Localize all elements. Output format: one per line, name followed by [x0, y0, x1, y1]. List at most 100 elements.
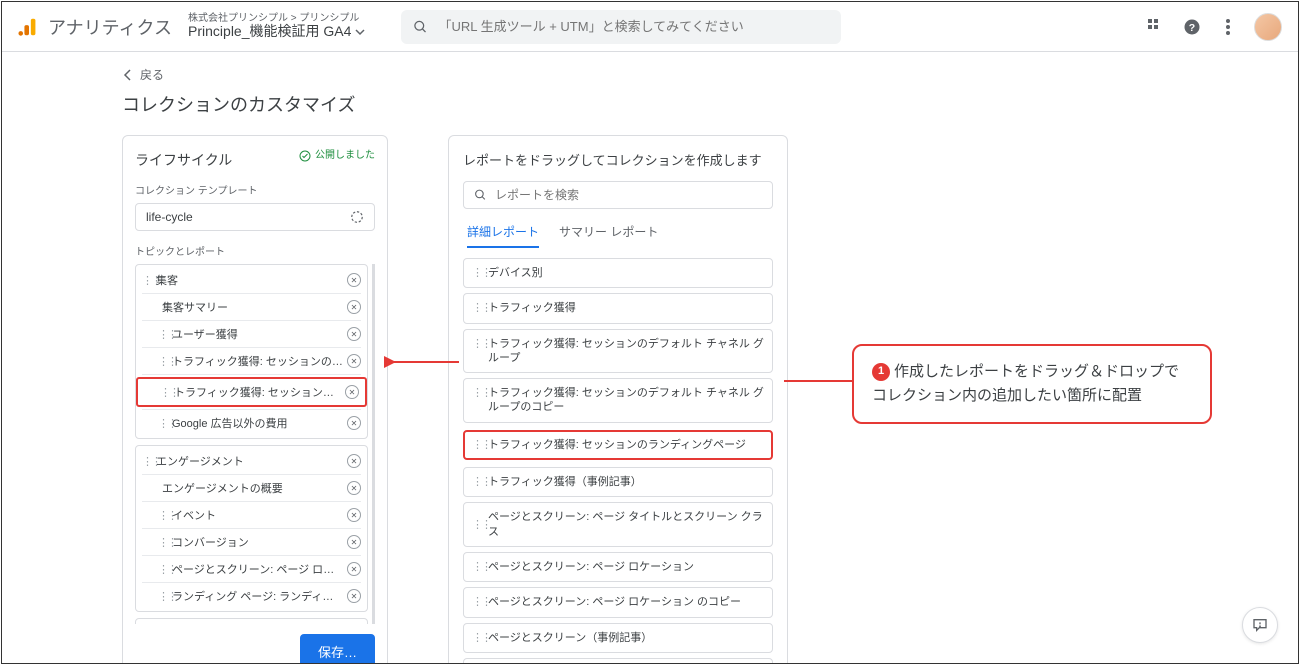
back-link[interactable]: 戻る — [122, 66, 1298, 83]
topic-item[interactable]: ⋮⋮トラフィック獲得: セッションのデ…✕ — [136, 348, 367, 374]
save-button[interactable]: 保存… — [300, 634, 375, 664]
collection-title: ライフサイクル — [135, 150, 232, 170]
drag-handle-icon[interactable]: ⋮⋮ — [472, 266, 482, 280]
topic-group: ⋮⋮集客✕集客サマリー✕⋮⋮ユーザー獲得✕⋮⋮トラフィック獲得: セッションのデ… — [135, 264, 368, 439]
property-name: Principle_機能検証用 GA4 — [188, 24, 351, 39]
drag-handle-icon[interactable]: ⋮⋮ — [472, 560, 482, 574]
report-tabs: 詳細レポート サマリー レポート — [463, 223, 773, 248]
arrow-left-icon — [122, 69, 134, 81]
drag-handle-icon[interactable]: ⋮⋮ — [142, 274, 152, 287]
published-badge: 公開しました — [299, 150, 375, 162]
remove-button[interactable]: ✕ — [347, 300, 361, 314]
topic-group: ⋮⋮エンゲージメント✕エンゲージメントの概要✕⋮⋮イベント✕⋮⋮コンバージョン✕… — [135, 445, 368, 612]
search-icon — [474, 188, 487, 202]
topic-item[interactable]: ⋮⋮ユーザー獲得✕ — [136, 321, 367, 347]
remove-button[interactable]: ✕ — [347, 327, 361, 341]
remove-button[interactable]: ✕ — [347, 481, 361, 495]
topic-group: ⋮⋮収益化✕ — [135, 618, 368, 624]
drag-handle-icon[interactable]: ⋮⋮ — [472, 475, 482, 489]
report-item[interactable]: ⋮⋮トラフィック獲得: セッションのランディングページ — [463, 430, 773, 460]
topic-head[interactable]: ⋮⋮集客✕ — [136, 267, 367, 293]
collection-panel: ライフサイクル 公開しました コレクション テンプレート life-cycle … — [122, 135, 388, 664]
report-item[interactable]: ⋮⋮ページとスクリーン: ページ ロケーション のコピー — [463, 587, 773, 617]
topic-item[interactable]: ⋮⋮トラフィック獲得: セッションのラ…✕ — [136, 377, 367, 407]
header-actions: ? — [1146, 13, 1282, 41]
topic-item[interactable]: エンゲージメントの概要✕ — [136, 475, 367, 501]
ga-logo-icon — [18, 16, 40, 38]
drag-handle-icon[interactable]: ⋮⋮ — [472, 595, 482, 609]
template-selector[interactable]: life-cycle — [135, 203, 375, 231]
callout-number: 1 — [872, 363, 890, 381]
remove-button[interactable]: ✕ — [347, 508, 361, 522]
topic-head[interactable]: ⋮⋮エンゲージメント✕ — [136, 448, 367, 474]
remove-button[interactable]: ✕ — [347, 273, 361, 287]
drag-handle-icon[interactable]: ⋮⋮ — [472, 518, 482, 532]
report-item[interactable]: ⋮⋮トラフィック獲得: セッションのデフォルト チャネル グループ — [463, 329, 773, 374]
app-title: アナリティクス — [48, 14, 172, 40]
property-selector[interactable]: 株式会社プリンシプル > プリンシプル Principle_機能検証用 GA4 — [188, 13, 365, 39]
drag-handle-icon[interactable]: ⋮⋮ — [472, 337, 482, 351]
loading-icon — [350, 210, 364, 224]
drag-handle-icon[interactable]: ⋮⋮ — [472, 386, 482, 400]
drag-handle-icon[interactable]: ⋮⋮ — [158, 509, 168, 522]
report-item[interactable]: ⋮⋮ページとスクリーン: ページ ロケーション — [463, 552, 773, 582]
reports-panel-title: レポートをドラッグしてコレクションを作成します — [463, 150, 773, 169]
drag-handle-icon[interactable]: ⋮⋮ — [158, 417, 168, 430]
drag-handle-icon[interactable]: ⋮⋮ — [160, 386, 170, 399]
remove-button[interactable]: ✕ — [347, 589, 361, 603]
check-circle-icon — [299, 150, 311, 162]
remove-button[interactable]: ✕ — [347, 354, 361, 368]
topic-item[interactable]: ⋮⋮ランディング ページ: ランディング…✕ — [136, 583, 367, 609]
topic-item[interactable]: ⋮⋮ページとスクリーン: ページ ロケー…✕ — [136, 556, 367, 582]
remove-button[interactable]: ✕ — [347, 562, 361, 576]
logo-group: アナリティクス — [18, 14, 172, 40]
template-label: コレクション テンプレート — [135, 182, 375, 197]
search-icon — [413, 19, 428, 35]
reports-search[interactable] — [463, 181, 773, 209]
drag-handle-icon[interactable]: ⋮⋮ — [158, 590, 168, 603]
more-icon[interactable] — [1218, 17, 1238, 37]
app-header: アナリティクス 株式会社プリンシプル > プリンシプル Principle_機能… — [2, 2, 1298, 52]
tab-detail-reports[interactable]: 詳細レポート — [467, 223, 539, 248]
search-input[interactable] — [438, 19, 829, 34]
topic-item[interactable]: ⋮⋮コンバージョン✕ — [136, 529, 367, 555]
drag-handle-icon[interactable]: ⋮⋮ — [158, 328, 168, 341]
drag-handle-icon[interactable]: ⋮⋮ — [142, 455, 152, 468]
feedback-button[interactable] — [1242, 607, 1278, 643]
topic-head[interactable]: ⋮⋮収益化✕ — [136, 621, 367, 624]
drag-handle-icon[interactable]: ⋮⋮ — [158, 536, 168, 549]
topic-item[interactable]: ⋮⋮イベント✕ — [136, 502, 367, 528]
remove-button[interactable]: ✕ — [347, 416, 361, 430]
tab-summary-reports[interactable]: サマリー レポート — [559, 223, 658, 248]
remove-button[interactable]: ✕ — [347, 454, 361, 468]
drag-handle-icon[interactable]: ⋮⋮ — [472, 301, 482, 315]
reports-panel: レポートをドラッグしてコレクションを作成します 詳細レポート サマリー レポート… — [448, 135, 788, 664]
remove-button[interactable]: ✕ — [345, 385, 359, 399]
report-list: ⋮⋮デバイス別 ⋮⋮トラフィック獲得 ⋮⋮トラフィック獲得: セッションのデフォルト… — [463, 258, 773, 664]
svg-text:?: ? — [1189, 21, 1195, 33]
report-item[interactable]: ⋮⋮トラフィック獲得: セッションのデフォルト チャネル グループのコピー — [463, 378, 773, 423]
avatar[interactable] — [1254, 13, 1282, 41]
report-item[interactable]: ⋮⋮ページとスクリーン（事例記事） — [463, 623, 773, 653]
topic-item[interactable]: ⋮⋮Google 広告以外の費用✕ — [136, 410, 367, 436]
report-item[interactable]: ⋮⋮ページとスクリーン: ページ タイトルとスクリーン クラス — [463, 502, 773, 547]
topics-list: ⋮⋮集客✕集客サマリー✕⋮⋮ユーザー獲得✕⋮⋮トラフィック獲得: セッションのデ… — [135, 264, 375, 624]
report-item[interactable]: ⋮⋮トラフィック獲得 — [463, 293, 773, 323]
topic-item[interactable]: 集客サマリー✕ — [136, 294, 367, 320]
drag-handle-icon[interactable]: ⋮⋮ — [472, 438, 482, 452]
feedback-icon — [1252, 617, 1268, 633]
report-item[interactable]: ⋮⋮デバイス別 — [463, 258, 773, 288]
help-icon[interactable]: ? — [1182, 17, 1202, 37]
report-item[interactable]: ⋮⋮ランディング ページ: ランディング ページ — [463, 658, 773, 664]
topics-label: トピックとレポート — [135, 243, 375, 258]
callout-text: 作成したレポートをドラッグ＆ドロップでコレクション内の追加したい箇所に配置 — [872, 363, 1179, 404]
apps-icon[interactable] — [1146, 17, 1166, 37]
drag-handle-icon[interactable]: ⋮⋮ — [158, 355, 168, 368]
drag-handle-icon[interactable]: ⋮⋮ — [158, 563, 168, 576]
drag-handle-icon[interactable]: ⋮⋮ — [472, 631, 482, 645]
reports-search-input[interactable] — [495, 188, 762, 202]
report-item[interactable]: ⋮⋮トラフィック獲得（事例記事） — [463, 467, 773, 497]
annotation-callout: 1作成したレポートをドラッグ＆ドロップでコレクション内の追加したい箇所に配置 — [852, 344, 1212, 424]
remove-button[interactable]: ✕ — [347, 535, 361, 549]
search-bar[interactable] — [401, 10, 841, 44]
